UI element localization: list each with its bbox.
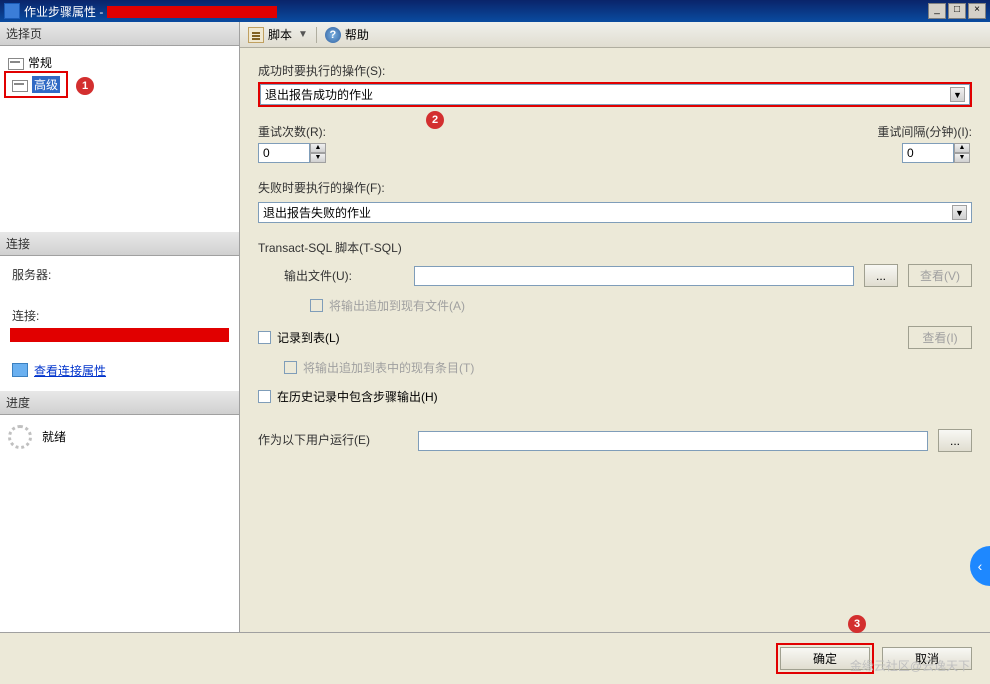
failure-action-value: 退出报告失败的作业 [263,204,371,221]
form-area: 成功时要执行的操作(S): 退出报告成功的作业 ▼ 2 重试次数(R): ▲ [240,48,990,460]
view-connection-properties[interactable]: 查看连接属性 [4,356,235,385]
output-file-view-button: 查看(V) [908,264,972,287]
progress-header: 进度 [0,391,239,415]
log-to-table-label: 记录到表(L) [277,329,340,346]
annotation-marker-1: 1 [76,77,94,95]
retry-count-input[interactable] [258,143,310,163]
dialog-footer: 3 确定 取消 [0,632,990,684]
tsql-group: 输出文件(U): ... 查看(V) 将输出追加到现有文件(A) [284,264,972,314]
title-redacted [107,6,277,18]
annotation-marker-3: 3 [848,615,866,633]
script-icon [248,27,264,43]
toolbar-separator [316,27,317,43]
window-icon [4,3,20,19]
maximize-button[interactable]: □ [948,3,966,19]
help-icon: ? [325,27,341,43]
retry-count-label: 重试次数(R): [258,123,328,140]
include-history-checkbox[interactable] [258,390,271,403]
chevron-down-icon[interactable]: ▼ [952,205,967,220]
failure-action-dropdown[interactable]: 退出报告失败的作业 ▼ [258,202,972,223]
retry-count-stepper[interactable]: ▲ ▼ [258,143,328,163]
append-file-label: 将输出追加到现有文件(A) [329,297,465,314]
titlebar: 作业步骤属性 - _ □ × [0,0,990,22]
minimize-button[interactable]: _ [928,3,946,19]
nav-label-advanced: 高级 [32,76,60,93]
connection-header: 连接 [0,232,239,256]
help-button[interactable]: 帮助 [345,26,369,43]
connection-body: 服务器: 连接: 查看连接属性 [0,256,239,391]
connection-redacted [10,328,229,342]
retry-interval-stepper[interactable]: ▲ ▼ [902,143,972,163]
retry-count-down[interactable]: ▼ [310,153,326,163]
properties-icon [12,363,28,377]
nav-list: 常规 高级 1 [0,46,239,232]
annotation-highlight-3: 确定 [776,643,874,674]
run-as-input[interactable] [418,431,928,451]
server-label: 服务器: [4,262,235,285]
page-icon [8,56,24,70]
success-action-label: 成功时要执行的操作(S): [258,62,972,79]
progress-spinner-icon [8,425,32,449]
toolbar: 脚本 ▼ ? 帮助 [240,22,990,48]
right-panel: 脚本 ▼ ? 帮助 成功时要执行的操作(S): 退出报告成功的作业 ▼ 2 重试… [240,22,990,632]
output-file-browse-button[interactable]: ... [864,264,898,287]
connection-label: 连接: [4,303,235,326]
retry-interval-label: 重试间隔(分钟)(I): [877,123,972,140]
include-history-label: 在历史记录中包含步骤输出(H) [277,388,438,405]
success-action-dropdown[interactable]: 退出报告成功的作业 ▼ [260,84,970,105]
retry-interval-input[interactable] [902,143,954,163]
run-as-browse-button[interactable]: ... [938,429,972,452]
close-button[interactable]: × [968,3,986,19]
nav-item-advanced[interactable]: 高级 [8,74,64,95]
log-to-table-checkbox[interactable] [258,331,271,344]
page-icon [12,78,28,92]
append-file-checkbox [310,299,323,312]
nav-label-general: 常规 [28,54,52,71]
progress-body: 就绪 [0,415,239,459]
append-table-checkbox [284,361,297,374]
script-button[interactable]: 脚本 [268,26,292,43]
script-dropdown-arrow[interactable]: ▼ [296,29,308,40]
run-as-label: 作为以下用户运行(E) [258,431,408,448]
view-conn-props-link[interactable]: 查看连接属性 [34,362,106,379]
annotation-highlight-2: 退出报告成功的作业 ▼ [258,82,972,107]
success-action-value: 退出报告成功的作业 [265,86,373,103]
annotation-highlight-1: 高级 [4,71,68,98]
left-panel: 选择页 常规 高级 1 连接 服务器: 连接: [0,22,240,632]
titlebar-buttons: _ □ × [928,3,986,19]
title-prefix: 作业步骤属性 - [24,5,107,19]
cancel-button[interactable]: 取消 [882,647,972,670]
retry-interval-up[interactable]: ▲ [954,143,970,153]
main-area: 选择页 常规 高级 1 连接 服务器: 连接: [0,22,990,632]
tsql-header: Transact-SQL 脚本(T-SQL) [258,239,972,256]
failure-action-label: 失败时要执行的操作(F): [258,179,972,196]
annotation-marker-2: 2 [426,111,444,129]
window-title: 作业步骤属性 - [24,3,928,20]
retry-interval-down[interactable]: ▼ [954,153,970,163]
log-table-view-button: 查看(I) [908,326,972,349]
output-file-input[interactable] [414,266,854,286]
chevron-down-icon[interactable]: ▼ [950,87,965,102]
append-table-label: 将输出追加到表中的现有条目(T) [303,359,474,376]
select-page-header: 选择页 [0,22,239,46]
ok-button[interactable]: 确定 [780,647,870,670]
retry-count-up[interactable]: ▲ [310,143,326,153]
output-file-label: 输出文件(U): [284,267,404,284]
nav-item-general[interactable]: 常规 [4,52,235,73]
progress-status: 就绪 [42,428,66,445]
